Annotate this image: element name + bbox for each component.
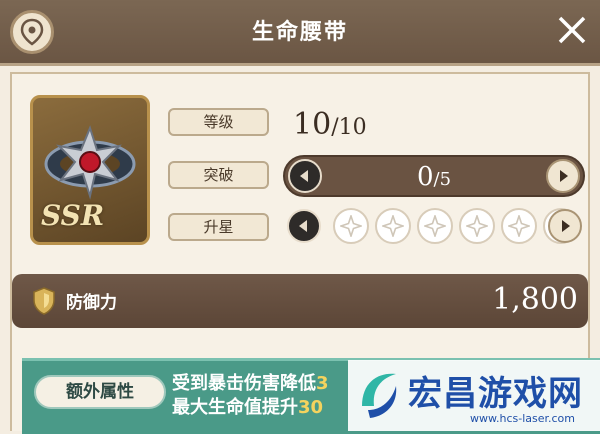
watermark-url: www.hcs-laser.com — [470, 412, 575, 425]
level-label: 等级 — [168, 108, 269, 136]
close-icon — [558, 16, 586, 44]
break-value: 0/5 — [285, 162, 583, 192]
extra-line-2-value: 30 — [298, 397, 324, 418]
defense-stat-bar: 防御力 1,800 — [12, 274, 588, 328]
break-increase-button[interactable] — [546, 159, 580, 193]
break-stepper: 0/5 — [283, 155, 585, 197]
level-value: 10/10 — [293, 107, 367, 142]
star-icon — [508, 215, 530, 237]
star-slot — [333, 208, 369, 244]
star-label: 升星 — [168, 213, 269, 241]
level-current: 10 — [293, 107, 332, 142]
extra-line-1-value: 3 — [316, 373, 329, 394]
close-button[interactable] — [552, 10, 592, 50]
star-increase-button[interactable] — [548, 209, 582, 243]
item-portrait[interactable]: SSR — [30, 95, 150, 245]
chevron-left-icon — [299, 220, 307, 232]
star-slot — [501, 208, 537, 244]
shield-icon — [33, 287, 55, 315]
star-icon — [382, 215, 404, 237]
chevron-right-icon — [562, 220, 570, 232]
star-icon — [424, 215, 446, 237]
defense-value: 1,800 — [492, 282, 578, 317]
page-title: 生命腰带 — [251, 20, 348, 45]
extra-line-2: 最大生命值提升30 — [172, 393, 323, 419]
star-slot — [417, 208, 453, 244]
extra-line-2-text: 最大生命值提升 — [172, 397, 298, 418]
watermark-title: 宏昌游戏网 — [408, 374, 583, 414]
break-max: /5 — [433, 169, 452, 190]
break-current: 0 — [416, 162, 434, 192]
chevron-right-icon — [560, 170, 568, 182]
level-max: /10 — [331, 115, 367, 140]
extra-line-1: 受到暴击伤害降低3 — [172, 369, 329, 395]
extra-attributes-tag: 额外属性 — [34, 375, 166, 409]
star-icon — [466, 215, 488, 237]
watermark-logo-icon — [362, 373, 397, 418]
star-decrease-button[interactable] — [287, 209, 321, 243]
break-label: 突破 — [168, 161, 269, 189]
site-watermark: 宏昌游戏网 www.hcs-laser.com — [348, 360, 600, 431]
star-slot — [375, 208, 411, 244]
star-icon — [340, 215, 362, 237]
defense-label: 防御力 — [66, 293, 117, 313]
extra-line-1-text: 受到暴击伤害降低 — [172, 373, 316, 394]
header-bar: 生命腰带 — [0, 0, 600, 66]
star-slot — [459, 208, 495, 244]
rarity-badge: SSR — [41, 199, 105, 232]
